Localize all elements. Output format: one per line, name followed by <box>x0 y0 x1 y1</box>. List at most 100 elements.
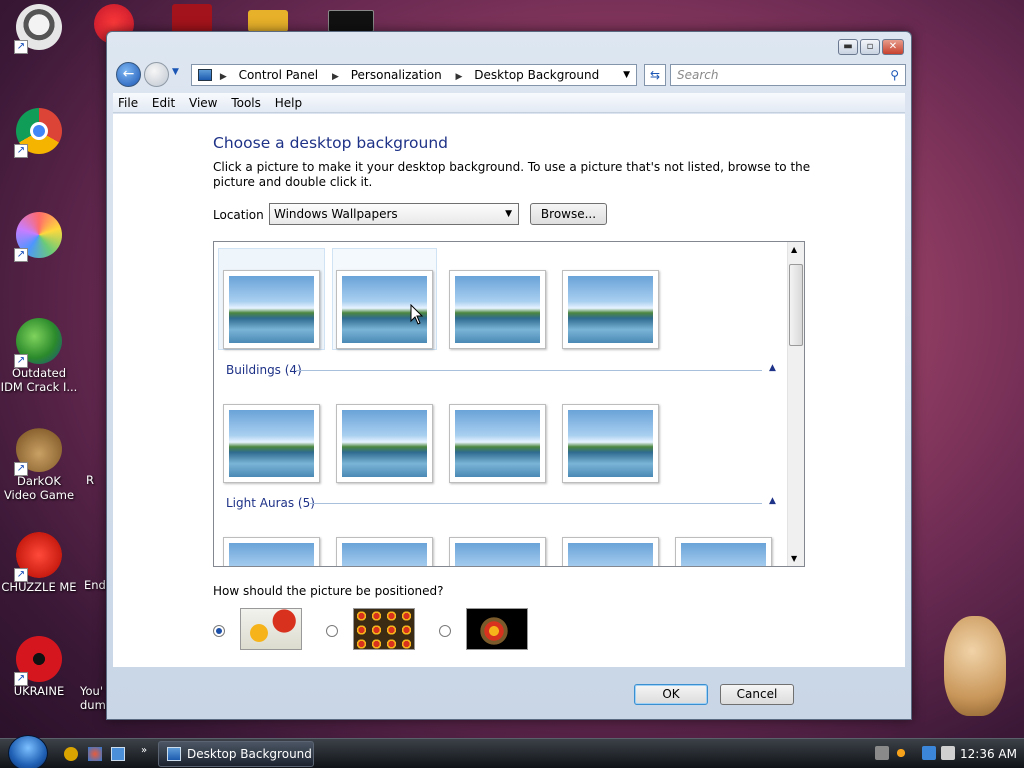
desktop-background-window: ▬ ▫ ✕ ← ▼ ▶ Control Panel ▶ Personalizat… <box>106 31 912 720</box>
network-icon[interactable] <box>922 746 936 760</box>
gallery-scrollbar[interactable]: ▲ ▼ <box>787 242 804 566</box>
location-value: Windows Wallpapers <box>274 207 398 221</box>
recent-pages-dropdown[interactable]: ▼ <box>172 67 179 77</box>
search-icon[interactable]: ⚲ <box>890 65 899 85</box>
chrome-icon: ↗ <box>14 108 62 158</box>
breadcrumb-separator[interactable]: ▶ <box>332 72 339 82</box>
position-radio-center[interactable] <box>439 625 451 637</box>
desktop-icon-chuzzle[interactable]: ↗ CHUZZLE ME <box>0 532 78 594</box>
breadcrumb-separator[interactable]: ▶ <box>220 72 227 82</box>
wallpaper-thumb[interactable] <box>223 537 320 566</box>
wallpaper-gallery[interactable]: Buildings (4) ▲ Light Auras (5) ▲ ▲ ▼ <box>213 241 805 567</box>
shortcut-arrow-icon: ↗ <box>14 462 28 476</box>
browse-button[interactable]: Browse... <box>530 203 607 225</box>
clock[interactable]: 12:36 AM <box>960 739 1017 768</box>
group-header-buildings[interactable]: Buildings (4) <box>226 363 302 377</box>
wallpaper-thumb[interactable] <box>562 270 659 349</box>
partial-icon-cmd[interactable] <box>328 10 374 32</box>
location-select[interactable]: Windows Wallpapers ▼ <box>269 203 519 225</box>
quicklaunch-icon[interactable] <box>88 747 102 761</box>
position-question: How should the picture be positioned? <box>213 584 444 598</box>
control-panel-icon <box>198 69 212 81</box>
refresh-button[interactable]: ⇆ <box>644 64 666 86</box>
group-header-light-auras[interactable]: Light Auras (5) <box>226 496 315 510</box>
close-button[interactable]: ✕ <box>882 39 904 55</box>
ok-button[interactable]: OK <box>634 684 708 705</box>
start-button[interactable] <box>8 735 48 768</box>
idm-icon: ↗ <box>14 318 62 368</box>
hamster-desktop-pet[interactable] <box>944 616 1006 716</box>
desktop-icon-label: Outdated IDM Crack I... <box>0 366 78 394</box>
menu-help[interactable]: Help <box>270 93 307 113</box>
shortcut-arrow-icon: ↗ <box>14 248 28 262</box>
wallpaper-thumb[interactable] <box>449 270 546 349</box>
address-toolbar: ← ▼ ▶ Control Panel ▶ Personalization ▶ … <box>113 61 906 89</box>
menu-tools[interactable]: Tools <box>226 93 266 113</box>
radiation-icon: ↗ <box>14 636 62 686</box>
scroll-up-icon[interactable]: ▲ <box>791 245 797 254</box>
address-bar[interactable]: ▶ Control Panel ▶ Personalization ▶ Desk… <box>191 64 637 86</box>
chuzzle-icon: ↗ <box>14 532 62 582</box>
partial-icon-hxd[interactable] <box>248 10 288 32</box>
cancel-button[interactable]: Cancel <box>720 684 794 705</box>
wallpaper-thumb[interactable] <box>336 537 433 566</box>
search-tray-icon[interactable] <box>894 746 908 760</box>
pinwheel-icon: ↗ <box>14 212 62 262</box>
partial-label-end: End <box>84 578 106 592</box>
raccoon-icon: ↗ <box>14 4 62 54</box>
page-description: Click a picture to make it your desktop … <box>213 160 811 189</box>
forward-button[interactable] <box>144 62 169 87</box>
wallpaper-thumb[interactable] <box>449 537 546 566</box>
show-desktop-icon[interactable] <box>111 747 125 761</box>
wallpaper-thumb[interactable] <box>675 537 772 566</box>
desktop-icon-ukraine[interactable]: ↗ UKRAINE <box>0 636 78 698</box>
desktop-icon-idm[interactable]: ↗ Outdated IDM Crack I... <box>0 318 78 394</box>
mouse-cursor <box>410 304 424 325</box>
quicklaunch-icon[interactable] <box>64 747 78 761</box>
taskbar-button-desktop-background[interactable]: Desktop Background <box>158 741 314 767</box>
wallpaper-thumb[interactable] <box>336 404 433 483</box>
position-radio-tile[interactable] <box>326 625 338 637</box>
breadcrumb-personalization[interactable]: Personalization <box>351 68 442 82</box>
search-input[interactable]: Search ⚲ <box>670 64 906 86</box>
back-button[interactable]: ← <box>116 62 141 87</box>
position-fit-preview[interactable] <box>240 608 302 650</box>
breadcrumb-control-panel[interactable]: Control Panel <box>239 68 319 82</box>
wallpaper-thumb[interactable] <box>449 404 546 483</box>
wallpaper-thumb[interactable] <box>223 270 320 349</box>
taskbar: » Desktop Background 12:36 AM <box>0 735 1024 768</box>
minimize-button[interactable]: ▬ <box>838 39 858 55</box>
menu-file[interactable]: File <box>113 93 143 113</box>
wallpaper-thumb[interactable] <box>562 537 659 566</box>
desktop-icon-pinwheel[interactable]: ↗ <box>0 212 78 262</box>
shortcut-arrow-icon: ↗ <box>14 144 28 158</box>
taskbar-button-label: Desktop Background <box>187 747 312 761</box>
address-dropdown-icon[interactable]: ▼ <box>623 65 630 85</box>
breadcrumb-separator[interactable]: ▶ <box>456 72 463 82</box>
scroll-down-icon[interactable]: ▼ <box>791 554 797 563</box>
wallpaper-thumb[interactable] <box>562 404 659 483</box>
desktop-icon-label: DarkOK Video Game <box>3 474 75 502</box>
collapse-icon[interactable]: ▲ <box>769 496 776 506</box>
page-title: Choose a desktop background <box>213 134 449 152</box>
scrollbar-thumb[interactable] <box>789 264 803 346</box>
desktop-icon-label: CHUZZLE ME <box>1 580 77 594</box>
partial-label-you: You' dum <box>80 684 106 712</box>
position-center-preview[interactable] <box>466 608 528 650</box>
desktop-icon-raccoon[interactable]: ↗ <box>0 4 78 54</box>
desktop-icon-darkok[interactable]: ↗ DarkOK Video Game <box>0 426 78 502</box>
position-tile-preview[interactable] <box>353 608 415 650</box>
desktop-icon-label: UKRAINE <box>13 684 65 698</box>
volume-muted-icon[interactable] <box>941 746 955 760</box>
content-pane: Choose a desktop background Click a pict… <box>113 114 905 667</box>
collapse-icon[interactable]: ▲ <box>769 363 776 373</box>
quicklaunch-overflow-icon[interactable]: » <box>141 745 147 756</box>
desktop-icon-chrome[interactable]: ↗ <box>0 108 78 158</box>
breadcrumb-desktop-background[interactable]: Desktop Background <box>474 68 599 82</box>
position-radio-fit[interactable] <box>213 625 225 637</box>
maximize-button[interactable]: ▫ <box>860 39 880 55</box>
tray-icon[interactable] <box>875 746 889 760</box>
menu-edit[interactable]: Edit <box>147 93 180 113</box>
menu-view[interactable]: View <box>184 93 222 113</box>
wallpaper-thumb[interactable] <box>223 404 320 483</box>
